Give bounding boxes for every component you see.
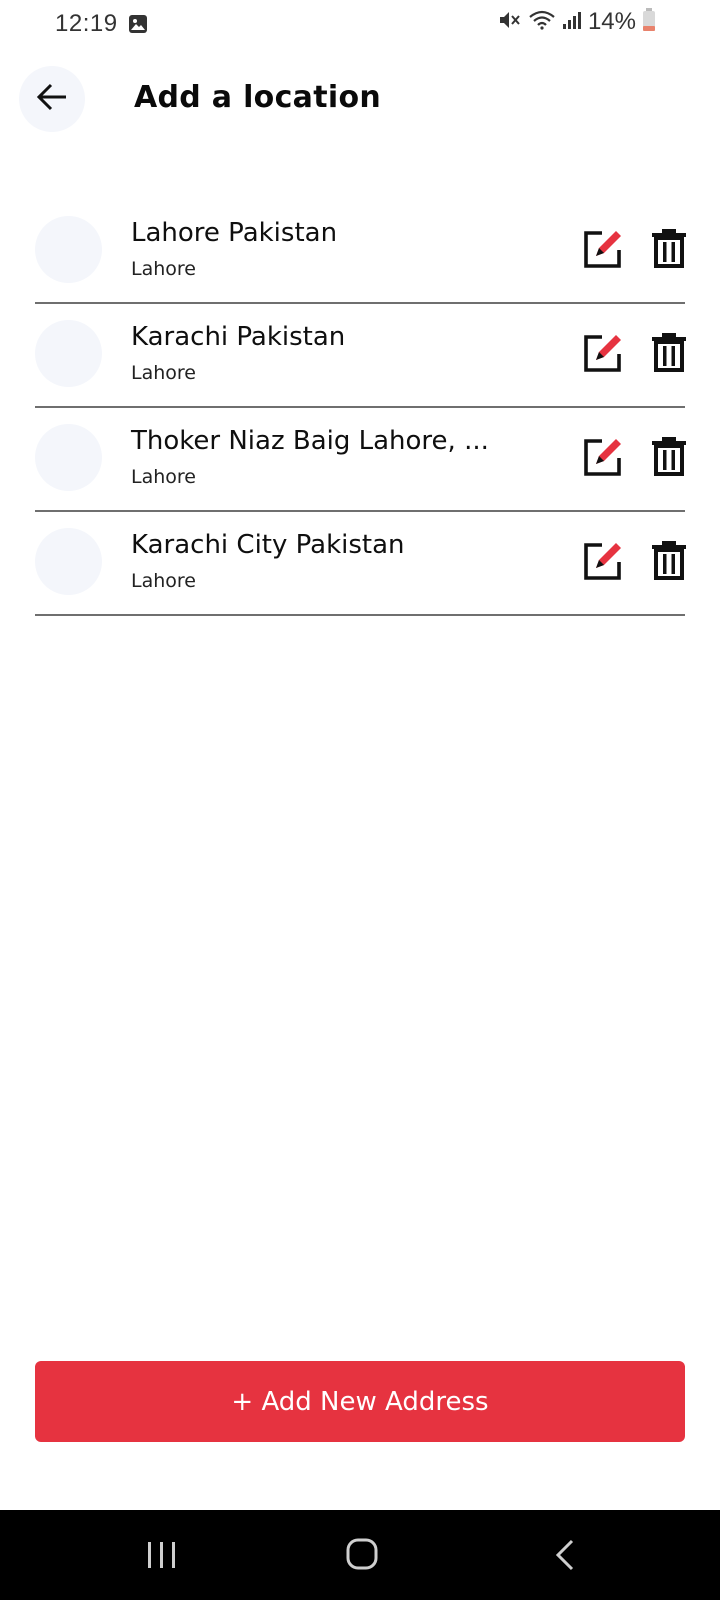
location-avatar <box>35 320 102 387</box>
trash-icon[interactable] <box>651 540 687 580</box>
signal-icon <box>562 10 582 34</box>
address-title: Lahore Pakistan <box>131 218 338 248</box>
edit-icon[interactable] <box>582 434 626 478</box>
wifi-icon <box>528 9 556 35</box>
address-list: Lahore Pakistan Lahore Karachi Pakistan … <box>35 200 687 616</box>
address-title: Karachi City Pakistan <box>131 530 405 560</box>
list-item[interactable]: Lahore Pakistan Lahore <box>35 200 687 304</box>
home-icon[interactable] <box>346 1538 378 1570</box>
location-avatar <box>35 424 102 491</box>
gallery-icon <box>128 14 148 38</box>
status-icons: 14% <box>498 8 656 36</box>
arrow-left-icon <box>36 83 68 115</box>
system-nav-bar <box>0 1510 720 1600</box>
trash-icon[interactable] <box>651 332 687 372</box>
add-new-address-button[interactable]: + Add New Address <box>35 1361 685 1442</box>
address-subtitle: Lahore <box>131 466 196 488</box>
list-item[interactable]: Karachi Pakistan Lahore <box>35 304 687 408</box>
status-time: 12:19 <box>55 10 118 37</box>
back-button[interactable] <box>19 66 85 132</box>
list-item[interactable]: Thoker Niaz Baig Lahore, ... Lahore <box>35 408 687 512</box>
recents-icon[interactable] <box>146 1540 178 1570</box>
trash-icon[interactable] <box>651 436 687 476</box>
address-subtitle: Lahore <box>131 258 196 280</box>
edit-icon[interactable] <box>582 538 626 582</box>
battery-icon <box>642 8 656 36</box>
header: Add a location <box>0 62 720 140</box>
address-title: Thoker Niaz Baig Lahore, ... <box>131 426 489 456</box>
location-avatar <box>35 216 102 283</box>
mute-icon <box>498 9 522 35</box>
list-item[interactable]: Karachi City Pakistan Lahore <box>35 512 687 616</box>
address-subtitle: Lahore <box>131 570 196 592</box>
page-title: Add a location <box>134 80 382 115</box>
address-title: Karachi Pakistan <box>131 322 346 352</box>
edit-icon[interactable] <box>582 330 626 374</box>
location-avatar <box>35 528 102 595</box>
back-icon[interactable] <box>554 1538 576 1572</box>
address-subtitle: Lahore <box>131 362 196 384</box>
trash-icon[interactable] <box>651 228 687 268</box>
battery-percentage: 14% <box>587 8 636 35</box>
edit-icon[interactable] <box>582 226 626 270</box>
status-bar: 12:19 14% <box>0 0 720 52</box>
